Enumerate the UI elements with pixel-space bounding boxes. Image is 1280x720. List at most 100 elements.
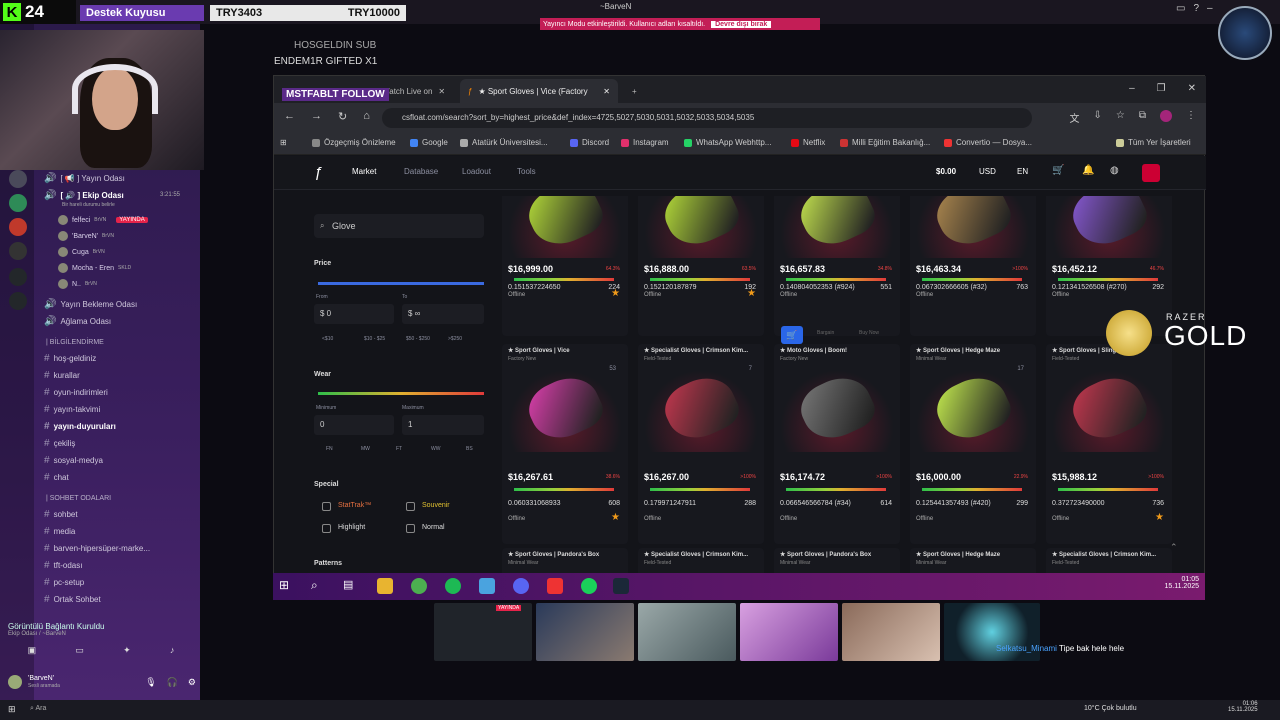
app-icon[interactable] <box>581 578 597 594</box>
item-image[interactable] <box>508 367 622 452</box>
bookmark-item[interactable]: Milli Eğitim Bakanlığ... <box>840 138 930 147</box>
close-icon[interactable]: ✕ <box>603 87 610 96</box>
voice-user[interactable]: N.. BrVN <box>58 279 97 289</box>
wear-max-input[interactable]: 1 <box>402 415 484 435</box>
restore-icon[interactable]: ❐ <box>1157 83 1166 94</box>
new-tab-button[interactable]: + <box>624 79 645 103</box>
listing-card[interactable]: ★ Sport Gloves | Slingshot Field-Tested $1… <box>1046 344 1172 544</box>
listing-card[interactable]: ★ Sport Gloves | Pandora's Box Minimal We… <box>774 548 900 576</box>
windows-start-icon[interactable]: ⊞ <box>8 704 16 715</box>
channel-item[interactable]: 🔊 Yayın Bekleme Odası <box>44 299 137 310</box>
display-icon[interactable]: ▭ <box>1176 3 1185 14</box>
channel-item[interactable]: # tft-odası <box>44 560 82 571</box>
price-slider[interactable] <box>318 282 484 285</box>
server-icon[interactable] <box>9 218 27 236</box>
bookmark-item[interactable]: Instagram <box>621 138 669 147</box>
activities-icon[interactable]: ✦ <box>123 645 131 656</box>
mic-icon[interactable]: 🎙 <box>145 677 156 688</box>
csfloat-logo-icon[interactable]: ƒ <box>314 164 322 181</box>
item-image[interactable] <box>508 196 622 258</box>
file-explorer-icon[interactable] <box>377 578 393 594</box>
special-heading[interactable]: Special <box>314 481 339 488</box>
favorite-star-icon[interactable]: ★ <box>747 288 756 299</box>
balance[interactable]: $0.00 <box>936 167 956 176</box>
channel-item[interactable]: # sosyal-medya <box>44 455 103 466</box>
price-max-input[interactable]: $ ∞ <box>402 304 484 324</box>
listing-card[interactable]: $16,463.34 >100% 0.067302666605 (#32) 763 Of… <box>910 196 1036 336</box>
favorite-star-icon[interactable]: ★ <box>1155 512 1164 523</box>
price-preset[interactable]: >$250 <box>448 336 462 342</box>
channel-item[interactable]: # yayın-duyuruları <box>44 421 116 432</box>
bookmark-item[interactable]: Netflix <box>791 138 825 147</box>
wear-min-input[interactable]: 0 <box>314 415 394 435</box>
item-image[interactable] <box>644 367 758 452</box>
add-server-icon[interactable] <box>9 268 27 286</box>
headphones-icon[interactable]: 🎧 <box>167 677 178 688</box>
bookmark-star-icon[interactable]: ☆ <box>1116 110 1125 125</box>
url-input[interactable]: csfloat.com/search?sort_by=highest_price… <box>382 108 1032 128</box>
extensions-icon[interactable]: ⧉ <box>1139 110 1146 125</box>
install-icon[interactable]: ⇩ <box>1094 110 1102 125</box>
category-info[interactable]: | BİLGİLENDİRME <box>46 339 104 346</box>
category-chat[interactable]: | SOHBET ODALARI <box>46 495 111 502</box>
channel-item[interactable]: # oyun-indirimleri <box>44 387 108 398</box>
price-preset[interactable]: <$10 <box>322 336 333 342</box>
listing-card[interactable]: $16,888.00 63.5% 0.152120187879 192 Offline ★ <box>638 196 764 336</box>
help-icon[interactable]: ? <box>1193 3 1199 14</box>
cart-icon[interactable]: 🛒 <box>1052 165 1064 176</box>
disable-streamer-mode-button[interactable]: Devre dışı bırak <box>711 20 772 28</box>
item-image[interactable] <box>1052 196 1166 258</box>
channel-item[interactable]: # sohbet <box>44 509 78 520</box>
bookmark-item[interactable]: Tüm Yer İşaretleri <box>1116 138 1191 147</box>
voice-user[interactable]: felfeci BrVN YAYINDA <box>58 215 148 225</box>
listing-card[interactable]: ★ Specialist Gloves | Crimson Kim... Fiel… <box>638 548 764 576</box>
weather-widget[interactable]: 10°C Çok bulutlu <box>1084 705 1137 712</box>
channel-item[interactable]: # chat <box>44 472 69 483</box>
favorite-star-icon[interactable]: ★ <box>611 512 620 523</box>
chrome-icon[interactable] <box>411 578 427 594</box>
channel-item[interactable]: 🔊 Ağlama Odası <box>44 316 111 327</box>
server-icon[interactable] <box>9 194 27 212</box>
bookmark-item[interactable]: Özgeçmiş Önizleme <box>312 138 396 147</box>
channel-item[interactable]: # pc-setup <box>44 577 84 588</box>
wear-slider[interactable] <box>318 392 484 395</box>
highlight-checkbox[interactable] <box>322 524 331 533</box>
profile-avatar[interactable] <box>1160 110 1172 122</box>
patterns-heading[interactable]: Patterns <box>314 560 342 567</box>
listing-card[interactable]: ★ Specialist Gloves | Crimson Kim... Fiel… <box>638 344 764 544</box>
bargain-button[interactable]: Bargain <box>817 330 834 336</box>
translate-icon[interactable]: 文 <box>1070 110 1080 125</box>
taskbar-clock[interactable]: 01:06 15.11.2025 <box>1228 701 1258 713</box>
bookmark-item[interactable]: Discord <box>570 138 609 147</box>
bell-icon[interactable]: 🔔 <box>1082 165 1094 176</box>
participant-tile[interactable] <box>536 603 634 661</box>
price-heading[interactable]: Price <box>314 260 331 267</box>
language-select[interactable]: EN <box>1017 167 1028 176</box>
item-image[interactable] <box>780 367 894 452</box>
app-icon[interactable] <box>479 578 495 594</box>
app-icon[interactable] <box>547 578 563 594</box>
back-icon[interactable]: ← <box>284 110 295 123</box>
normal-checkbox[interactable] <box>406 524 415 533</box>
windows-start-icon[interactable]: ⊞ <box>279 578 295 594</box>
channel-item[interactable]: # yayın-takvimi <box>44 404 100 415</box>
listing-card[interactable]: ★ Sport Gloves | Pandora's Box Minimal We… <box>502 548 628 576</box>
channel-item[interactable]: # Ortak Sohbet <box>44 594 101 605</box>
voice-user[interactable]: Mocha - Eren SKLD <box>58 263 131 273</box>
price-preset[interactable]: $10 - $25 <box>364 336 385 342</box>
item-image[interactable] <box>916 367 1030 452</box>
close-icon[interactable]: ✕ <box>438 87 445 96</box>
wear-preset[interactable]: FN <box>326 446 333 452</box>
bookmark-item[interactable]: WhatsApp Webhttp... <box>684 138 771 147</box>
bookmark-item[interactable]: Atatürk Üniversitesi... <box>460 138 548 147</box>
channel-item[interactable]: # barven-hipersüper-marke... <box>44 543 150 554</box>
home-icon[interactable]: ⌂ <box>363 110 370 123</box>
close-window-icon[interactable]: ✕ <box>1188 83 1196 94</box>
wear-heading[interactable]: Wear <box>314 371 331 378</box>
soundboard-icon[interactable]: ♪ <box>170 645 175 656</box>
channel-item[interactable]: # çekiliş <box>44 438 75 449</box>
nav-market[interactable]: Market <box>352 167 376 176</box>
channel-item[interactable]: # media <box>44 526 75 537</box>
listing-card[interactable]: $16,999.00 64.3% 0.151537224650 224 Offline ★ <box>502 196 628 336</box>
settings-gear-icon[interactable]: ⚙ <box>188 677 196 688</box>
